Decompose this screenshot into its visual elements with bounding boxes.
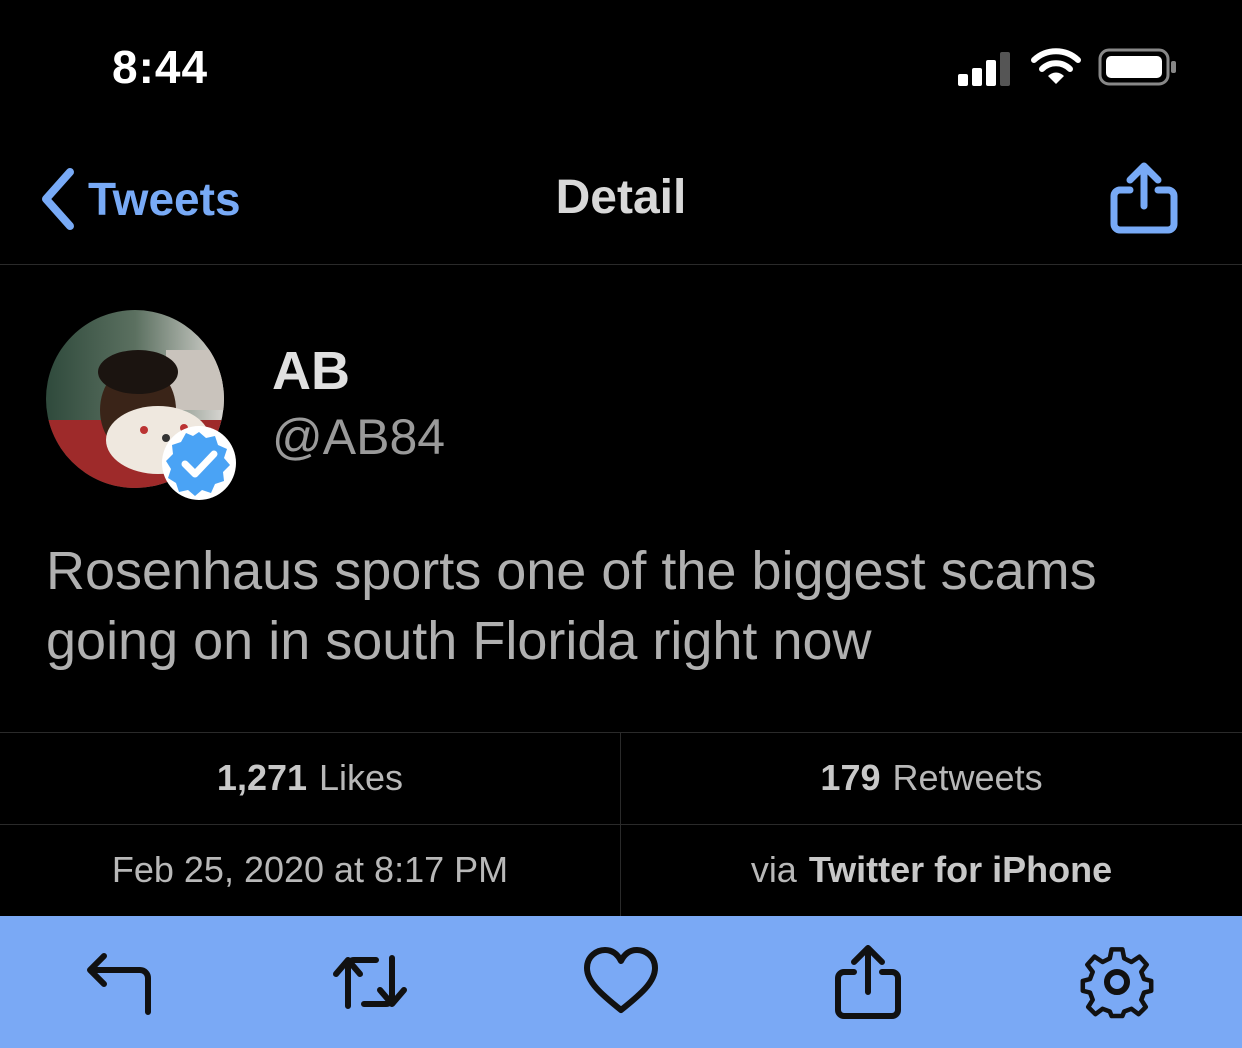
reply-icon[interactable]: [80, 942, 160, 1022]
cellular-signal-icon: [958, 52, 1010, 86]
retweet-icon[interactable]: [330, 942, 410, 1022]
status-bar: 8:44: [0, 0, 1242, 130]
tweet-source: via Twitter for iPhone: [621, 824, 1242, 916]
via-prefix: via: [750, 849, 797, 890]
author-name[interactable]: AB: [272, 340, 350, 402]
share-icon[interactable]: [1108, 160, 1180, 236]
tweet-text: Rosenhaus sports one of the biggest scam…: [46, 541, 1097, 671]
source-name: Twitter for iPhone: [808, 849, 1113, 890]
timestamp: Feb 25, 2020 at 8:17 PM: [0, 824, 620, 916]
like-icon[interactable]: [581, 942, 661, 1022]
author-handle[interactable]: @AB84: [272, 408, 445, 466]
status-time: 8:44: [112, 41, 209, 93]
likes-count: 1,271: [216, 757, 308, 798]
likes-stat[interactable]: 1,271 Likes: [0, 732, 620, 824]
battery-icon: [1098, 48, 1176, 86]
stats-vertical-divider: [620, 732, 621, 916]
likes-label: Likes: [319, 757, 404, 798]
verified-badge-icon: [162, 426, 236, 500]
tweet-detail-screen: 8:44 Tweets Detail AB @AB84 Rosenhaus sp…: [0, 0, 1242, 1048]
retweets-label: Retweets: [892, 757, 1043, 798]
share-icon[interactable]: [828, 942, 908, 1022]
retweets-count: 179: [820, 757, 881, 798]
bottom-toolbar: [0, 916, 1242, 1048]
nav-divider: [0, 264, 1242, 265]
retweets-stat[interactable]: 179 Retweets: [621, 732, 1242, 824]
navigation-bar: Tweets Detail: [0, 150, 1242, 264]
page-title: Detail: [555, 171, 687, 224]
wifi-icon: [1031, 48, 1081, 84]
settings-icon[interactable]: [1077, 942, 1157, 1022]
timestamp-text: Feb 25, 2020 at 8:17 PM: [111, 849, 509, 890]
